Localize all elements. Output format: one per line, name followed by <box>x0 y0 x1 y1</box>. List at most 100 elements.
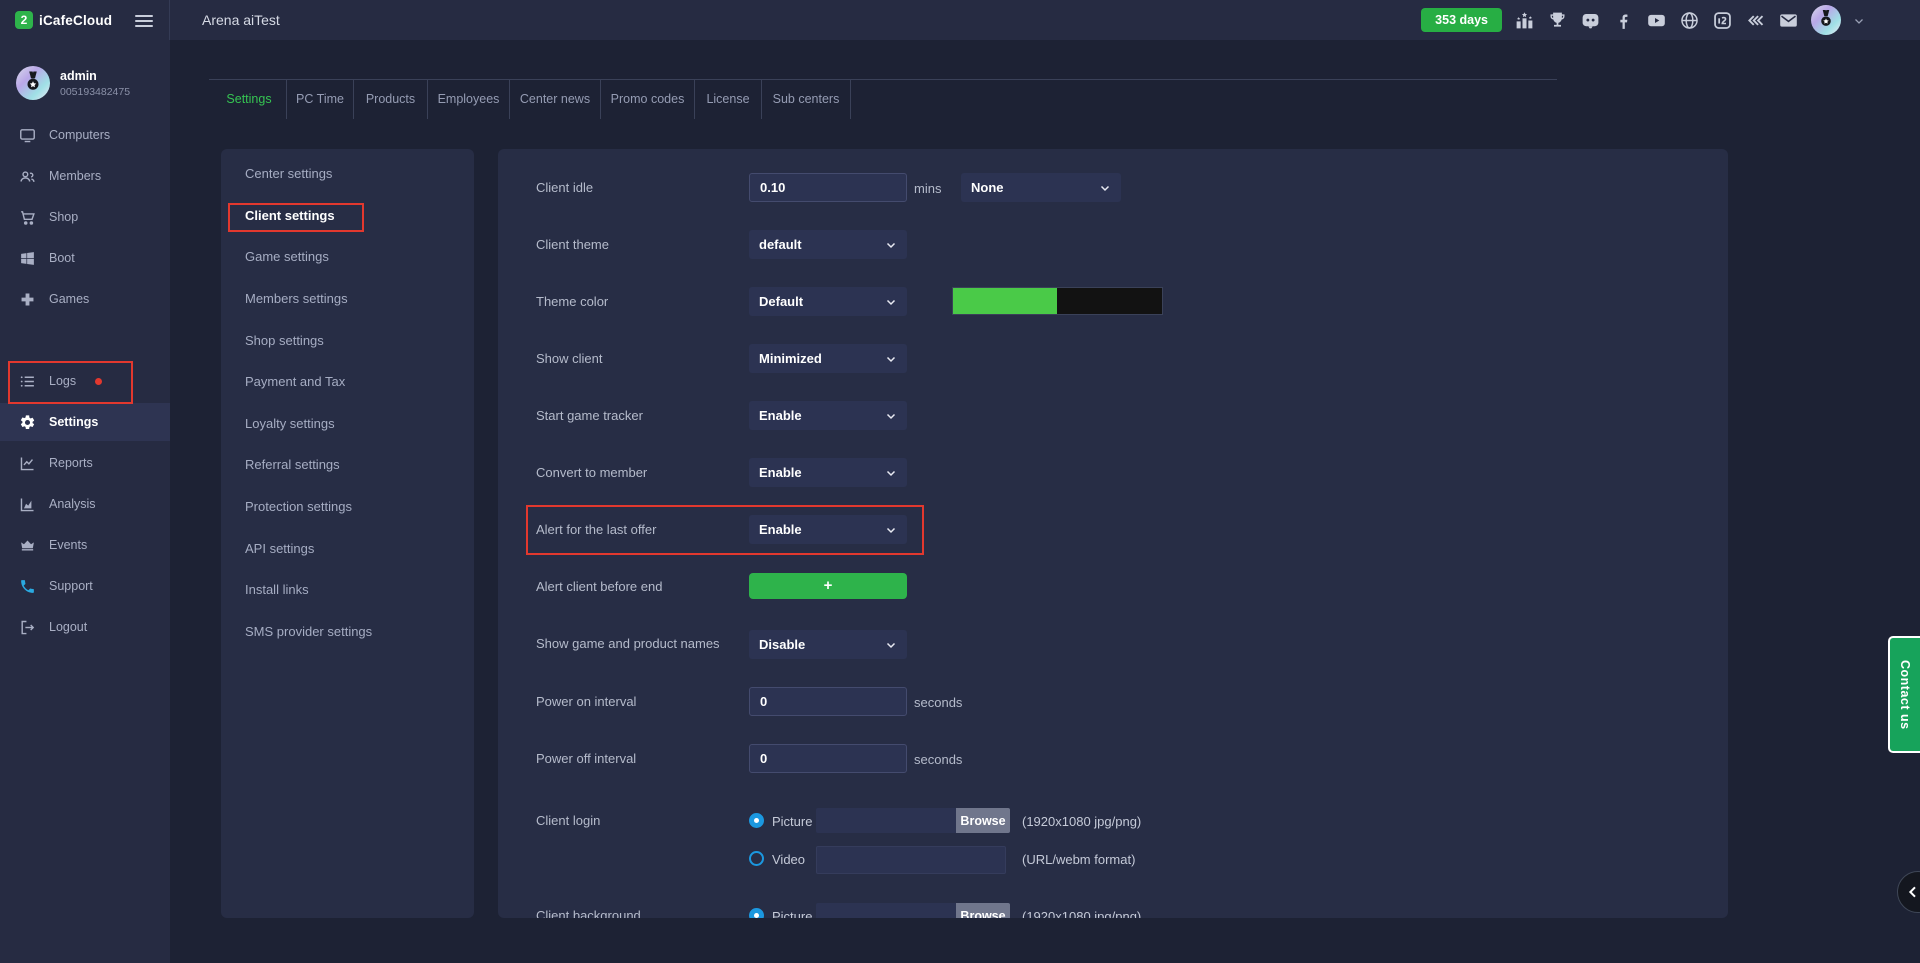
brand-name: iCafeCloud <box>39 13 112 28</box>
sidebar-item-events[interactable]: Events <box>0 526 170 564</box>
youtube-icon[interactable] <box>1646 10 1667 31</box>
alert-last-offer-select[interactable]: Enable <box>749 515 907 544</box>
menu-center-settings[interactable]: Center settings <box>245 166 332 181</box>
theme-color-preview <box>952 287 1163 315</box>
menu-api-settings[interactable]: API settings <box>245 541 314 556</box>
logout-icon <box>19 619 36 636</box>
top-header: 2 iCafeCloud Arena aiTest 353 days <box>0 0 1920 40</box>
chevron-down-icon <box>885 353 897 365</box>
client-login-picture-radio[interactable] <box>749 813 764 828</box>
tab-license[interactable]: License <box>695 80 762 119</box>
collapse-chevron-button[interactable] <box>1897 871 1920 913</box>
icafecloud-mark-icon[interactable] <box>1712 10 1733 31</box>
sidebar-item-reports[interactable]: Reports <box>0 444 170 482</box>
tab-center-news[interactable]: Center news <box>510 80 601 119</box>
sidebar-item-boot[interactable]: Boot <box>0 239 170 277</box>
header-actions: 353 days <box>1421 0 1865 40</box>
tab-bar: Settings PC Time Products Employees Cent… <box>212 80 851 119</box>
client-login-browse-button[interactable]: Browse <box>956 808 1010 833</box>
hamburger-menu-icon[interactable] <box>135 12 153 30</box>
client-login-picture-file-input[interactable]: Browse <box>816 808 1010 833</box>
sidebar-item-shop[interactable]: Shop <box>0 198 170 236</box>
client-settings-panel <box>498 149 1728 918</box>
client-login-video-radio-label: Video <box>772 852 805 867</box>
show-client-label: Show client <box>536 351 602 366</box>
sidebar-item-support[interactable]: Support <box>0 567 170 605</box>
client-idle-label: Client idle <box>536 180 593 195</box>
area-chart-icon <box>19 496 36 513</box>
menu-protection-settings[interactable]: Protection settings <box>245 499 352 514</box>
start-game-tracker-label: Start game tracker <box>536 408 643 423</box>
power-off-interval-input[interactable] <box>749 744 907 773</box>
discord-icon[interactable] <box>1580 10 1601 31</box>
menu-client-settings[interactable]: Client settings <box>245 208 335 223</box>
alert-before-end-label: Alert client before end <box>536 579 662 594</box>
sidebar-avatar[interactable] <box>16 66 50 100</box>
tab-employees[interactable]: Employees <box>428 80 510 119</box>
client-login-label: Client login <box>536 813 600 828</box>
tab-promo-codes[interactable]: Promo codes <box>601 80 695 119</box>
menu-game-settings[interactable]: Game settings <box>245 249 329 264</box>
user-avatar[interactable] <box>1811 5 1841 35</box>
client-theme-label: Client theme <box>536 237 609 252</box>
menu-referral-settings[interactable]: Referral settings <box>245 457 340 472</box>
show-client-select[interactable]: Minimized <box>749 344 907 373</box>
tab-products[interactable]: Products <box>354 80 428 119</box>
line-chart-icon <box>19 455 36 472</box>
convert-to-member-select[interactable]: Enable <box>749 458 907 487</box>
menu-install-links[interactable]: Install links <box>245 582 309 597</box>
facebook-icon[interactable] <box>1613 10 1634 31</box>
tab-pc-time[interactable]: PC Time <box>287 80 354 119</box>
sidebar-item-analysis[interactable]: Analysis <box>0 485 170 523</box>
menu-members-settings[interactable]: Members settings <box>245 291 348 306</box>
tab-settings[interactable]: Settings <box>212 80 287 119</box>
client-idle-unit: mins <box>914 181 941 196</box>
sidebar: admin 005193482475 Computers Members Sho… <box>0 40 170 963</box>
page-title: Arena aiTest <box>202 0 280 40</box>
sidebar-item-members[interactable]: Members <box>0 157 170 195</box>
sidebar-item-logs[interactable]: Logs <box>0 362 170 400</box>
power-on-interval-input[interactable] <box>749 687 907 716</box>
menu-loyalty-settings[interactable]: Loyalty settings <box>245 416 335 431</box>
theme-color-label: Theme color <box>536 294 608 309</box>
chevron-down-icon <box>885 410 897 422</box>
alert-last-offer-label: Alert for the last offer <box>536 522 656 537</box>
tab-sub-centers[interactable]: Sub centers <box>762 80 851 119</box>
sidebar-item-games[interactable]: Games <box>0 280 170 318</box>
contact-us-button[interactable]: Contact us <box>1888 636 1920 753</box>
client-theme-select[interactable]: default <box>749 230 907 259</box>
stack-icon[interactable] <box>1745 10 1766 31</box>
user-id: 005193482475 <box>60 86 130 98</box>
chevron-down-icon <box>885 296 897 308</box>
sidebar-item-settings[interactable]: Settings <box>0 403 170 441</box>
show-game-product-names-select[interactable]: Disable <box>749 630 907 659</box>
members-icon <box>19 168 36 185</box>
shop-cart-icon <box>19 209 36 226</box>
add-alert-button[interactable]: + <box>749 573 907 599</box>
power-off-interval-unit: seconds <box>914 752 962 767</box>
client-idle-input[interactable] <box>749 173 907 202</box>
chevron-down-icon <box>1099 182 1111 194</box>
sidebar-item-computers[interactable]: Computers <box>0 116 170 154</box>
menu-sms-provider-settings[interactable]: SMS provider settings <box>245 624 372 639</box>
client-login-picture-radio-label: Picture <box>772 814 812 829</box>
leaderboard-icon[interactable] <box>1514 10 1535 31</box>
client-idle-select[interactable]: None <box>961 173 1121 202</box>
client-login-video-radio[interactable] <box>749 851 764 866</box>
theme-color-select[interactable]: Default <box>749 287 907 316</box>
sidebar-item-logout[interactable]: Logout <box>0 608 170 646</box>
license-days-badge[interactable]: 353 days <box>1421 8 1502 32</box>
icafecloud-logo-icon: 2 <box>15 11 33 29</box>
mail-icon[interactable] <box>1778 10 1799 31</box>
globe-icon[interactable] <box>1679 10 1700 31</box>
phone-icon <box>19 578 36 595</box>
trophy-icon[interactable] <box>1547 10 1568 31</box>
account-chevron-down-icon[interactable] <box>1853 14 1865 26</box>
client-login-video-url-input[interactable] <box>816 846 1006 874</box>
user-name: admin <box>60 69 97 83</box>
chevron-down-icon <box>885 524 897 536</box>
menu-shop-settings[interactable]: Shop settings <box>245 333 324 348</box>
start-game-tracker-select[interactable]: Enable <box>749 401 907 430</box>
logs-notification-dot <box>95 378 102 385</box>
menu-payment-and-tax[interactable]: Payment and Tax <box>245 374 345 389</box>
